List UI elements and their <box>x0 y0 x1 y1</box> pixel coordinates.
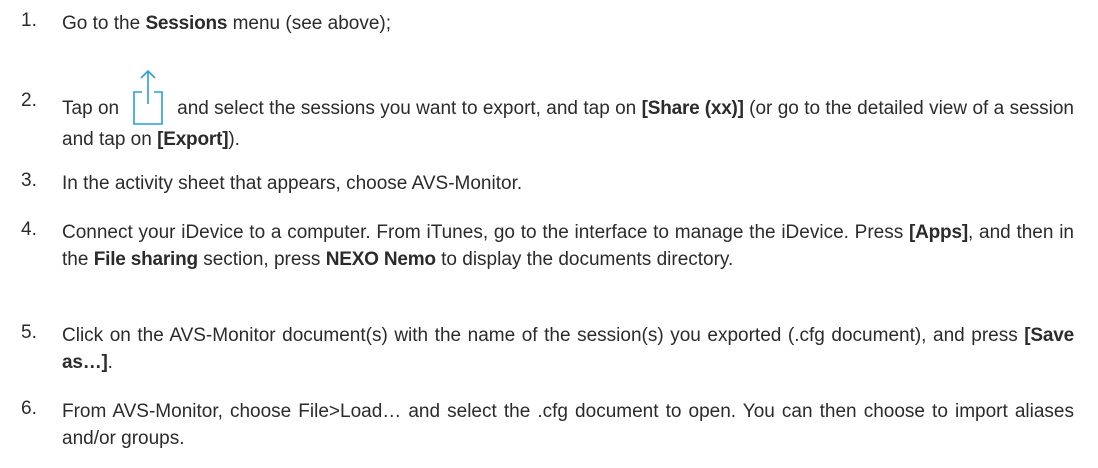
text-fragment: Connect your iDevice to a computer. From… <box>62 222 909 243</box>
text-fragment: Click on the AVS-Monitor document(s) wit… <box>62 325 1025 346</box>
sessions-menu-label: Sessions <box>145 13 228 34</box>
step-text: Connect your iDevice to a computer. From… <box>62 219 1074 273</box>
export-button-label: [Export] <box>157 129 229 150</box>
text-fragment: and select the sessions you want to expo… <box>177 98 642 119</box>
step-text: In the activity sheet that appears, choo… <box>62 173 523 194</box>
step-number: 1. <box>21 10 37 31</box>
nexo-nemo-label: NEXO Nemo <box>325 249 436 270</box>
step-text: From AVS-Monitor, choose File>Load… and … <box>62 401 1074 449</box>
step-number: 2. <box>21 90 37 111</box>
step-text: Go to the Sessions menu (see above); <box>62 10 1074 37</box>
step-number: 4. <box>21 219 37 240</box>
text-fragment: Go to the <box>62 13 146 34</box>
step-text: Click on the AVS-Monitor document(s) wit… <box>62 322 1074 376</box>
text-fragment: menu (see above); <box>227 13 391 34</box>
step-number: 3. <box>21 170 37 191</box>
text-fragment: section, press <box>197 249 326 270</box>
text-fragment: Tap on <box>62 98 120 119</box>
file-sharing-label: File sharing <box>93 249 198 270</box>
share-button-label: [Share (xx)] <box>641 98 744 119</box>
text-fragment: ). <box>228 129 240 150</box>
share-icon <box>131 69 165 126</box>
step-text: Tap on and select the sessions you want … <box>62 69 1074 153</box>
apps-button-label: [Apps] <box>909 222 968 243</box>
text-fragment: to display the documents directory. <box>435 249 734 270</box>
step-number: 6. <box>21 398 37 419</box>
step-number: 5. <box>21 322 37 343</box>
text-fragment: . <box>107 352 113 373</box>
